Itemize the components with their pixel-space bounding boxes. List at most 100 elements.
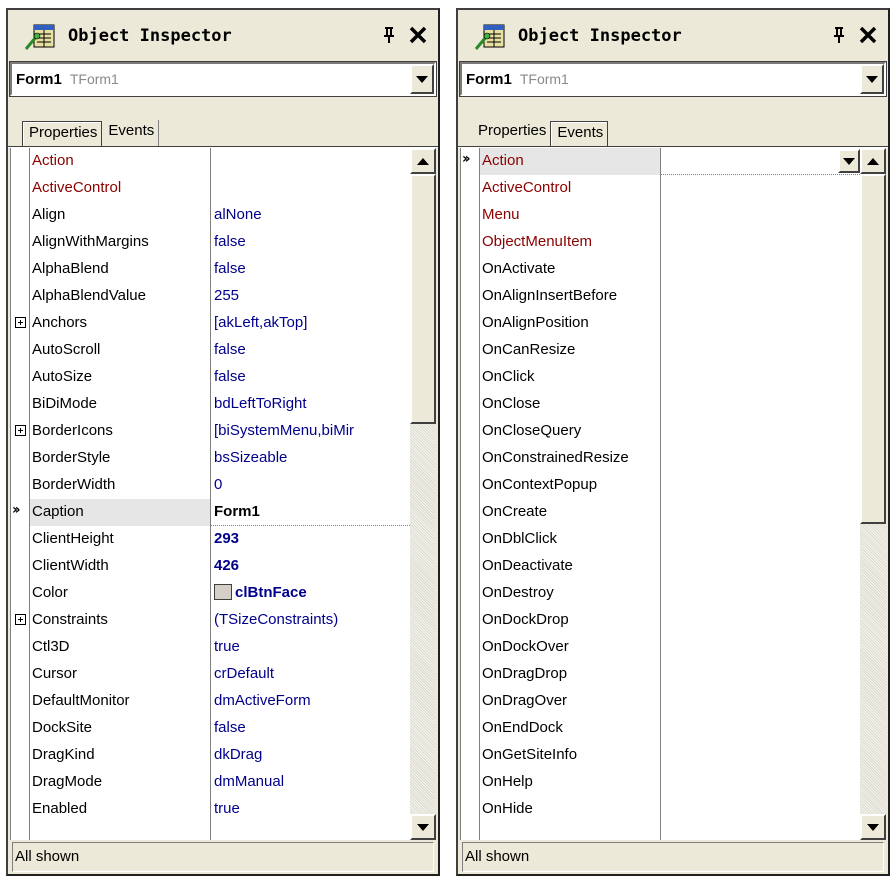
tab-events[interactable]: Events [550, 121, 609, 147]
property-row[interactable]: Enabled true [11, 796, 410, 823]
scroll-up-button[interactable] [410, 148, 436, 174]
property-value[interactable] [661, 715, 860, 742]
expand-plus-icon[interactable] [15, 317, 26, 328]
property-value[interactable] [661, 580, 860, 607]
property-row[interactable]: Action [11, 148, 410, 175]
property-row[interactable]: Cursor crDefault [11, 661, 410, 688]
close-icon[interactable] [408, 24, 428, 46]
property-row[interactable]: ›› Action [461, 148, 860, 175]
property-value[interactable] [661, 148, 860, 175]
property-value[interactable]: dkDrag [211, 742, 410, 769]
property-value[interactable]: bsSizeable [211, 445, 410, 472]
property-value[interactable] [211, 148, 410, 175]
property-value[interactable]: [biSystemMenu,biMir [211, 418, 410, 445]
property-value[interactable] [661, 607, 860, 634]
property-row[interactable]: ActiveControl [461, 175, 860, 202]
property-row[interactable]: AlignWithMargins false [11, 229, 410, 256]
title-bar[interactable]: Object Inspector [458, 10, 888, 62]
property-row[interactable]: Align alNone [11, 202, 410, 229]
property-row[interactable]: Ctl3D true [11, 634, 410, 661]
property-value[interactable] [211, 175, 410, 202]
property-value[interactable]: true [211, 634, 410, 661]
scroll-down-button[interactable] [860, 814, 886, 840]
property-row[interactable]: DragKind dkDrag [11, 742, 410, 769]
property-value[interactable] [661, 202, 860, 229]
property-row[interactable]: OnDockOver [461, 634, 860, 661]
property-value[interactable]: false [211, 715, 410, 742]
vertical-scrollbar[interactable] [860, 148, 886, 840]
property-row[interactable]: OnHide [461, 796, 860, 823]
property-value[interactable]: dmActiveForm [211, 688, 410, 715]
property-value[interactable]: true [211, 796, 410, 823]
property-row[interactable]: Color clBtnFace [11, 580, 410, 607]
property-row[interactable]: OnDragOver [461, 688, 860, 715]
property-value[interactable]: 255 [211, 283, 410, 310]
tab-properties[interactable]: Properties [22, 121, 103, 147]
property-row[interactable]: Constraints (TSizeConstraints) [11, 607, 410, 634]
expand-plus-icon[interactable] [15, 614, 26, 625]
tab-events[interactable]: Events [102, 120, 160, 146]
property-value[interactable] [661, 391, 860, 418]
property-value[interactable] [661, 283, 860, 310]
property-value[interactable] [661, 553, 860, 580]
component-dropdown-button[interactable] [410, 64, 434, 94]
property-row[interactable]: DockSite false [11, 715, 410, 742]
property-row[interactable]: OnClose [461, 391, 860, 418]
scroll-down-button[interactable] [410, 814, 436, 840]
property-row[interactable]: AutoScroll false [11, 337, 410, 364]
property-row[interactable]: AutoSize false [11, 364, 410, 391]
property-value[interactable]: clBtnFace [211, 580, 410, 607]
property-value[interactable] [661, 472, 860, 499]
property-value[interactable]: [akLeft,akTop] [211, 310, 410, 337]
property-value[interactable] [661, 175, 860, 202]
property-row[interactable]: OnCloseQuery [461, 418, 860, 445]
property-value[interactable] [661, 256, 860, 283]
property-value[interactable] [661, 796, 860, 823]
scroll-up-button[interactable] [860, 148, 886, 174]
property-row[interactable]: ›› Caption Form1 [11, 499, 410, 526]
property-value[interactable]: false [211, 364, 410, 391]
property-row[interactable]: OnAlignInsertBefore [461, 283, 860, 310]
property-row[interactable]: OnConstrainedResize [461, 445, 860, 472]
property-row[interactable]: DefaultMonitor dmActiveForm [11, 688, 410, 715]
scroll-thumb[interactable] [410, 174, 436, 424]
property-value[interactable] [661, 661, 860, 688]
property-value[interactable]: 426 [211, 553, 410, 580]
property-row[interactable]: OnClick [461, 364, 860, 391]
property-value[interactable]: alNone [211, 202, 410, 229]
property-row[interactable]: OnActivate [461, 256, 860, 283]
property-value[interactable]: 293 [211, 526, 410, 553]
property-value[interactable]: crDefault [211, 661, 410, 688]
property-row[interactable]: BorderWidth 0 [11, 472, 410, 499]
pin-icon[interactable] [382, 26, 396, 44]
property-value[interactable] [661, 634, 860, 661]
component-selector[interactable]: Form1 TForm1 [459, 61, 887, 97]
property-row[interactable]: OnDestroy [461, 580, 860, 607]
property-row[interactable]: OnDeactivate [461, 553, 860, 580]
property-row[interactable]: AlphaBlendValue 255 [11, 283, 410, 310]
property-value[interactable]: Form1 [211, 499, 410, 526]
property-row[interactable]: ActiveControl [11, 175, 410, 202]
property-value[interactable] [661, 742, 860, 769]
property-row[interactable]: OnEndDock [461, 715, 860, 742]
property-row[interactable]: DragMode dmManual [11, 769, 410, 796]
property-row[interactable]: BorderStyle bsSizeable [11, 445, 410, 472]
event-handler-dropdown[interactable] [838, 149, 860, 173]
property-value[interactable] [661, 310, 860, 337]
property-value[interactable]: false [211, 337, 410, 364]
property-row[interactable]: BiDiMode bdLeftToRight [11, 391, 410, 418]
property-value[interactable] [661, 364, 860, 391]
property-value[interactable]: (TSizeConstraints) [211, 607, 410, 634]
property-row[interactable]: ObjectMenuItem [461, 229, 860, 256]
property-value[interactable]: 0 [211, 472, 410, 499]
property-value[interactable]: dmManual [211, 769, 410, 796]
property-value[interactable] [661, 769, 860, 796]
property-value[interactable]: bdLeftToRight [211, 391, 410, 418]
property-row[interactable]: OnDockDrop [461, 607, 860, 634]
row-gutter[interactable] [11, 418, 29, 445]
property-row[interactable]: ClientWidth 426 [11, 553, 410, 580]
row-gutter[interactable] [11, 310, 29, 337]
property-value[interactable] [661, 337, 860, 364]
tab-properties[interactable]: Properties [472, 120, 550, 146]
property-value[interactable] [661, 445, 860, 472]
